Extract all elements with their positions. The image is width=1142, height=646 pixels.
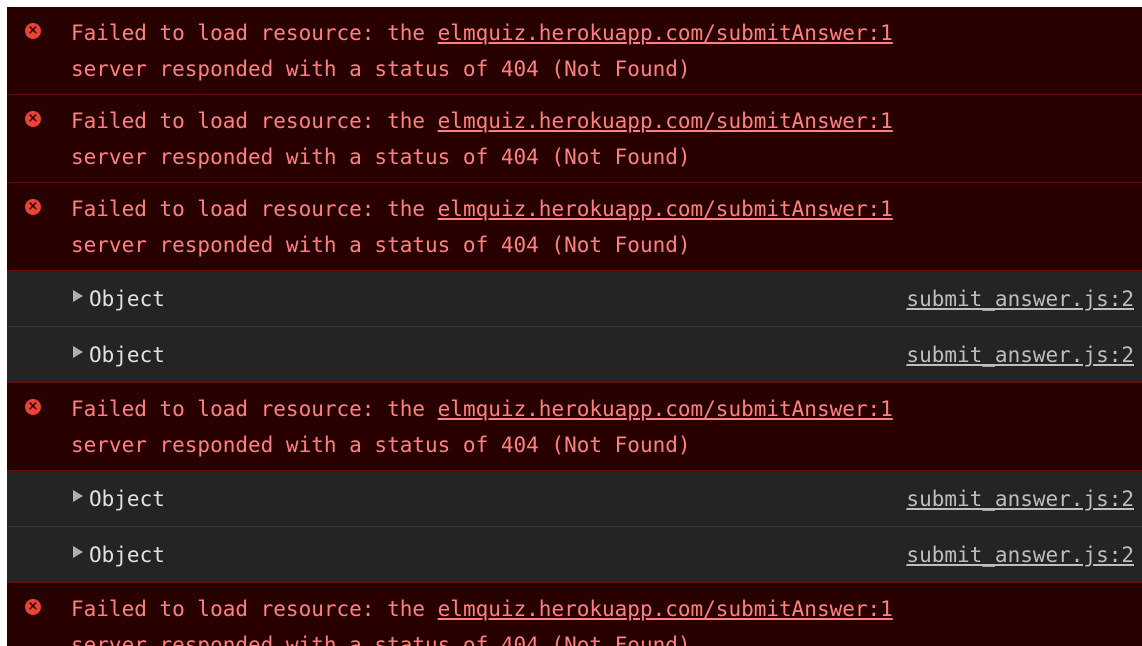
error-message-text: Failed to load resource: the [71,197,438,221]
log-source-link[interactable]: submit_answer.js:2 [906,338,1134,372]
error-message-continuation: server responded with a status of 404 (N… [71,145,691,169]
error-circle-x-icon: × [25,23,41,39]
expand-triangle-icon[interactable] [73,546,83,558]
log-object-label[interactable]: Object [89,338,165,372]
error-source-link[interactable]: elmquiz.herokuapp.com/submitAnswer:1 [438,21,893,45]
error-message-continuation: server responded with a status of 404 (N… [71,433,691,457]
error-message-text: Failed to load resource: the [71,109,438,133]
console-error-entry: × Failed to load resource: the elmquiz.h… [7,583,1142,646]
log-source-link[interactable]: submit_answer.js:2 [906,538,1134,572]
console-log-entry[interactable]: Object submit_answer.js:2 [7,327,1142,383]
error-message-continuation: server responded with a status of 404 (N… [71,57,691,81]
console-log-entry[interactable]: Object submit_answer.js:2 [7,271,1142,327]
error-message-text: Failed to load resource: the [71,21,438,45]
log-source-link[interactable]: submit_answer.js:2 [906,282,1134,316]
expand-triangle-icon[interactable] [73,290,83,302]
log-object-label[interactable]: Object [89,538,165,572]
error-source-link[interactable]: elmquiz.herokuapp.com/submitAnswer:1 [438,397,893,421]
error-source-link[interactable]: elmquiz.herokuapp.com/submitAnswer:1 [438,597,893,621]
error-message-text: Failed to load resource: the [71,397,438,421]
error-circle-x-icon: × [25,111,41,127]
log-object-label[interactable]: Object [89,482,165,516]
error-message-text: Failed to load resource: the [71,597,438,621]
error-circle-x-icon: × [25,399,41,415]
console-error-entry: × Failed to load resource: the elmquiz.h… [7,7,1142,95]
console-error-entry: × Failed to load resource: the elmquiz.h… [7,183,1142,271]
error-message-continuation: server responded with a status of 404 (N… [71,633,691,646]
error-message-continuation: server responded with a status of 404 (N… [71,233,691,257]
error-circle-x-icon: × [25,599,41,615]
console-error-entry: × Failed to load resource: the elmquiz.h… [7,383,1142,471]
console-log-entry[interactable]: Object submit_answer.js:2 [7,527,1142,583]
devtools-console: × Failed to load resource: the elmquiz.h… [7,7,1142,646]
console-error-entry: × Failed to load resource: the elmquiz.h… [7,95,1142,183]
log-source-link[interactable]: submit_answer.js:2 [906,482,1134,516]
expand-triangle-icon[interactable] [73,346,83,358]
error-source-link[interactable]: elmquiz.herokuapp.com/submitAnswer:1 [438,197,893,221]
log-object-label[interactable]: Object [89,282,165,316]
console-log-entry[interactable]: Object submit_answer.js:2 [7,471,1142,527]
error-source-link[interactable]: elmquiz.herokuapp.com/submitAnswer:1 [438,109,893,133]
error-circle-x-icon: × [25,199,41,215]
expand-triangle-icon[interactable] [73,490,83,502]
